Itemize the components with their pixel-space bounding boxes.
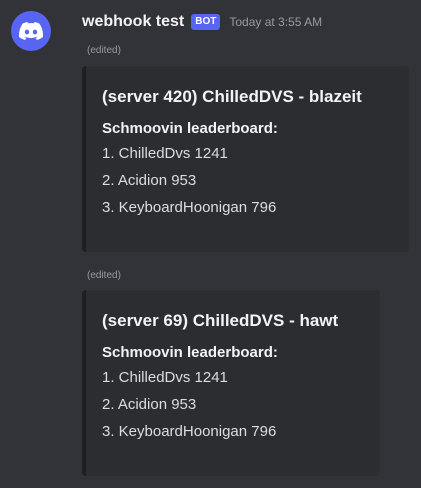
embed-subtitle: Schmoovin leaderboard: [102, 120, 278, 137]
edited-label: (edited) [87, 270, 121, 281]
leaderboard-entry: 3. KeyboardHoonigan 796 [102, 423, 277, 440]
avatar[interactable] [11, 11, 51, 51]
leaderboard-entry: 2. Acidion 953 [102, 396, 197, 413]
embed-card: (server 69) ChilledDVS - hawt Schmoovin … [82, 290, 380, 476]
username[interactable]: webhook test [82, 13, 184, 31]
embed-subtitle: Schmoovin leaderboard: [102, 344, 278, 361]
discord-logo-icon [19, 22, 43, 40]
embed-title: (server 420) ChilledDVS - blazeit [102, 87, 362, 106]
embed-card: (server 420) ChilledDVS - blazeit Schmoo… [82, 66, 409, 252]
leaderboard-list: 1. ChilledDvs 1241 2. Acidion 953 3. Key… [102, 140, 393, 221]
leaderboard-list: 1. ChilledDvs 1241 2. Acidion 953 3. Key… [102, 364, 364, 445]
message-header: webhook test BOT Today at 3:55 AM [82, 11, 322, 33]
leaderboard-entry: 2. Acidion 953 [102, 172, 197, 189]
chat-message: webhook test BOT Today at 3:55 AM (edite… [0, 0, 421, 488]
embed-title: (server 69) ChilledDVS - hawt [102, 311, 339, 330]
bot-tag: BOT [191, 14, 221, 30]
edited-label: (edited) [87, 45, 121, 56]
leaderboard-entry: 1. ChilledDvs 1241 [102, 145, 228, 162]
leaderboard-entry: 3. KeyboardHoonigan 796 [102, 199, 277, 216]
leaderboard-entry: 1. ChilledDvs 1241 [102, 369, 228, 386]
timestamp[interactable]: Today at 3:55 AM [229, 15, 322, 29]
